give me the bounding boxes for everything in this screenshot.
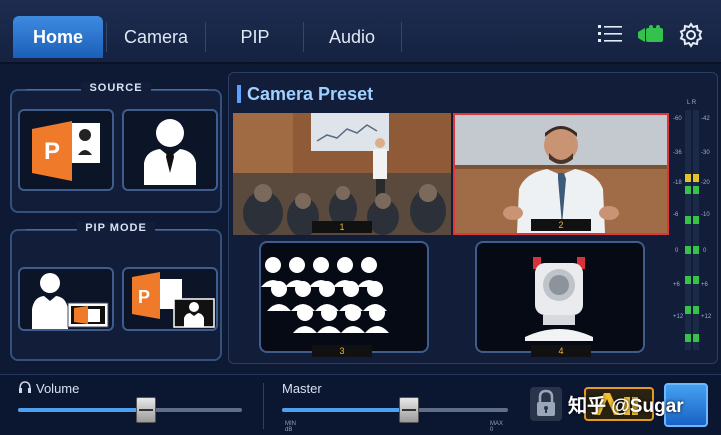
source-title: SOURCE	[12, 82, 220, 94]
source-powerpoint-button[interactable]: P	[18, 109, 114, 191]
preset-2-thumbnail	[455, 115, 667, 233]
lock-button[interactable]	[530, 387, 562, 421]
source-presenter-button[interactable]	[122, 109, 218, 191]
presenter-icon	[144, 119, 196, 185]
tab-camera[interactable]: Camera	[110, 16, 202, 58]
meter-right-scale-3: -10	[701, 212, 710, 218]
volume-label: Volume	[36, 381, 80, 396]
tab-home[interactable]: Home	[13, 16, 103, 58]
meter-right-scale-0: -42	[701, 116, 710, 122]
powerpoint-icon: P	[32, 121, 100, 181]
pip-mode-title: PIP MODE	[12, 222, 220, 234]
watermark-text: 知乎 @Sugar	[568, 396, 684, 417]
gear-icon[interactable]	[678, 22, 704, 48]
camera-icon[interactable]	[638, 25, 664, 45]
meter-left-scale-3: -6	[673, 212, 679, 218]
master-slider-track[interactable]	[282, 408, 508, 412]
slides-with-presenter-icon: P	[132, 272, 215, 328]
meter-left-scale-4: 0	[675, 248, 679, 254]
master-max-label: MAX 0	[490, 421, 504, 433]
master-slider-fill	[282, 408, 409, 412]
preset-1-number: 1	[312, 221, 372, 233]
meter-right-scale-2: -20	[701, 180, 710, 186]
lock-icon	[537, 389, 555, 416]
preset-1-thumbnail	[233, 113, 451, 235]
meter-right-scale-1: -30	[701, 150, 710, 156]
pip-presenter-main-button[interactable]	[18, 267, 114, 331]
master-label: Master	[282, 381, 322, 396]
preset-4[interactable]: 4	[453, 237, 669, 359]
camera-preset-title: Camera Preset	[247, 84, 374, 104]
headphone-icon	[18, 380, 32, 399]
camera-preset-panel: Camera Preset 1 2 3 4	[228, 72, 718, 364]
list-icon[interactable]	[598, 24, 622, 44]
tab-pip[interactable]: PIP	[208, 16, 302, 58]
preset-4-number: 4	[531, 345, 591, 357]
pip-mode-panel: PIP MODE P	[10, 222, 222, 361]
volume-slider-fill	[18, 408, 146, 412]
meter-left-scale-2: -18	[673, 180, 682, 186]
presenter-with-slides-icon	[32, 273, 109, 329]
ptz-camera-icon	[525, 257, 593, 341]
preset-2-number: 2	[531, 219, 591, 231]
svg-text:P: P	[138, 287, 150, 307]
audio-level-meter: L R -60 -36 -18 -6 0 +6 +12 -42 -30 -20 …	[673, 100, 713, 356]
meter-bars	[685, 110, 699, 350]
meter-right-scale-5: +6	[701, 282, 708, 288]
volume-slider-knob[interactable]	[136, 397, 156, 423]
tab-audio[interactable]: Audio	[306, 16, 398, 58]
meter-left-scale-5: +6	[673, 282, 680, 288]
master-slider-knob[interactable]	[399, 397, 419, 423]
top-bar: Home Camera PIP Audio	[0, 0, 721, 64]
source-panel: SOURCE P	[10, 82, 222, 213]
audience-icon	[261, 257, 389, 333]
bottom-bar: Volume Master MIN dB MAX 0 知乎 @Sugar	[0, 374, 721, 435]
meter-channels-label: L R	[687, 100, 697, 106]
preset-1[interactable]: 1	[233, 113, 451, 235]
preset-3-number: 3	[312, 345, 372, 357]
volume-slider-track[interactable]	[18, 408, 242, 412]
master-min-label: MIN dB	[285, 421, 296, 433]
meter-right-scale-6: +12	[701, 314, 712, 320]
meter-left-scale-1: -36	[673, 150, 682, 156]
preset-3[interactable]: 3	[233, 237, 451, 359]
preset-2[interactable]: 2	[453, 113, 669, 235]
meter-left-scale-0: -60	[673, 116, 682, 122]
pip-slides-main-button[interactable]: P	[122, 267, 218, 331]
meter-left-scale-6: +12	[673, 314, 684, 320]
preset-title-marker	[237, 85, 241, 103]
meter-right-scale-4: 0	[703, 248, 707, 254]
svg-text:P: P	[44, 138, 60, 165]
